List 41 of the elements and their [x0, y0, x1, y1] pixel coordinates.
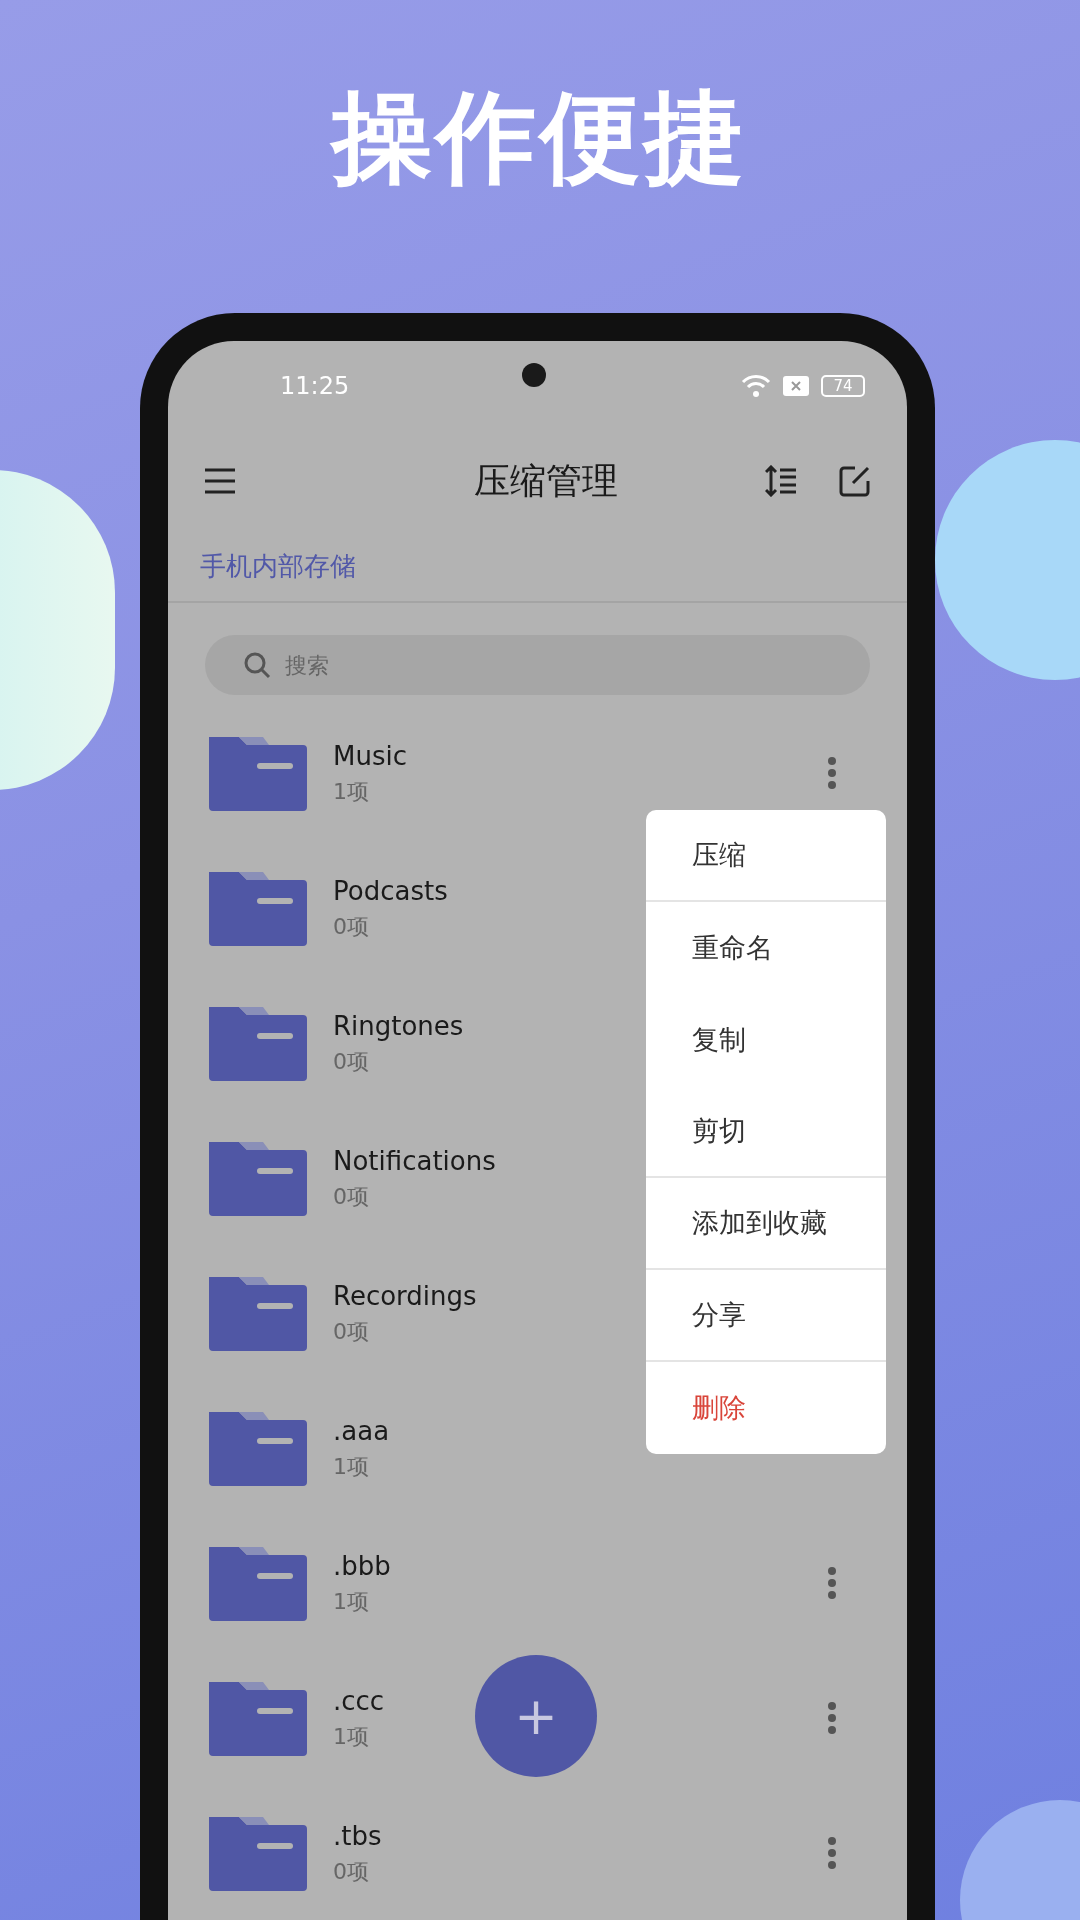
- folder-name: Notifications: [333, 1144, 496, 1177]
- camera-icon: [522, 363, 546, 387]
- sort-icon[interactable]: [765, 465, 797, 497]
- edit-icon[interactable]: [839, 465, 871, 497]
- toolbar-title: 压缩管理: [472, 459, 619, 503]
- menu-item[interactable]: 重命名: [646, 902, 886, 994]
- item-count: 1项: [333, 1723, 370, 1751]
- menu-item[interactable]: 剪切: [646, 1086, 886, 1178]
- item-count: 1项: [333, 778, 370, 806]
- folder-name: .aaa: [333, 1414, 390, 1447]
- more-icon[interactable]: [827, 1835, 837, 1870]
- menu-item[interactable]: 压缩: [646, 810, 886, 902]
- folder-name: Recordings: [333, 1279, 477, 1312]
- folder-name: .tbs: [333, 1819, 382, 1852]
- menu-item[interactable]: 添加到收藏: [646, 1178, 886, 1270]
- status-time: 11:25: [280, 371, 350, 402]
- wifi-icon: [741, 374, 771, 398]
- add-button[interactable]: +: [475, 1655, 597, 1777]
- more-icon[interactable]: [827, 1700, 837, 1735]
- battery-indicator: 74: [821, 375, 865, 397]
- item-count: 0项: [333, 1183, 370, 1211]
- folder-name: .ccc: [333, 1684, 385, 1717]
- item-count: 1项: [333, 1588, 370, 1616]
- menu-icon[interactable]: [204, 468, 236, 494]
- menu-item[interactable]: 分享: [646, 1270, 886, 1362]
- more-icon[interactable]: [827, 1565, 837, 1600]
- menu-item[interactable]: 复制: [646, 994, 886, 1086]
- item-count: 0项: [333, 1318, 370, 1346]
- search-icon: [243, 651, 271, 679]
- item-count: 0项: [333, 1048, 370, 1076]
- folder-name: Music: [333, 739, 407, 772]
- folder-name: Podcasts: [333, 874, 448, 907]
- more-icon[interactable]: [827, 755, 837, 790]
- folder-name: .bbb: [333, 1549, 391, 1582]
- search-field[interactable]: 搜索: [205, 635, 870, 695]
- menu-item[interactable]: 删除: [646, 1362, 886, 1454]
- item-count: 1项: [333, 1453, 370, 1481]
- item-count: 0项: [333, 913, 370, 941]
- folder-name: Ringtones: [333, 1009, 464, 1042]
- sim-icon: [783, 376, 809, 396]
- item-count: 0项: [333, 1858, 370, 1886]
